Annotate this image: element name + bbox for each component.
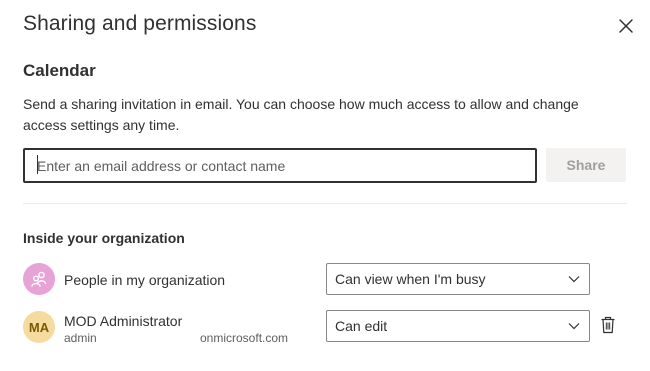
sharing-description: Send a sharing invitation in email. You …: [23, 96, 579, 133]
avatar-initials: MA: [28, 319, 50, 335]
section-title: Calendar: [23, 61, 96, 80]
chevron-down-icon: [568, 276, 580, 283]
dialog-title: Sharing and permissions: [23, 12, 257, 35]
organization-heading: Inside your organization: [23, 230, 185, 246]
avatar: MA: [23, 311, 55, 343]
permission-select-organization[interactable]: Can view when I'm busy: [326, 263, 590, 295]
person-name-organization: People in my organization: [64, 272, 226, 288]
sharing-dialog: Sharing and permissions Calendar Send a …: [0, 0, 650, 371]
person-name-administrator: MOD Administrator: [64, 313, 183, 329]
person-email-end: onmicrosoft.com: [200, 331, 289, 345]
permission-value: Can edit: [335, 318, 388, 334]
close-icon[interactable]: [614, 14, 638, 38]
email-input[interactable]: [23, 148, 537, 183]
people-icon: [23, 263, 55, 295]
permission-select-administrator[interactable]: Can edit: [326, 310, 590, 342]
permission-value: Can view when I'm busy: [335, 271, 486, 287]
chevron-down-icon: [568, 323, 580, 330]
person-email-start: admin: [64, 331, 97, 345]
delete-icon[interactable]: [600, 316, 616, 334]
section-divider: [23, 203, 627, 204]
text-caret: [37, 155, 38, 174]
share-button[interactable]: Share: [546, 148, 626, 182]
